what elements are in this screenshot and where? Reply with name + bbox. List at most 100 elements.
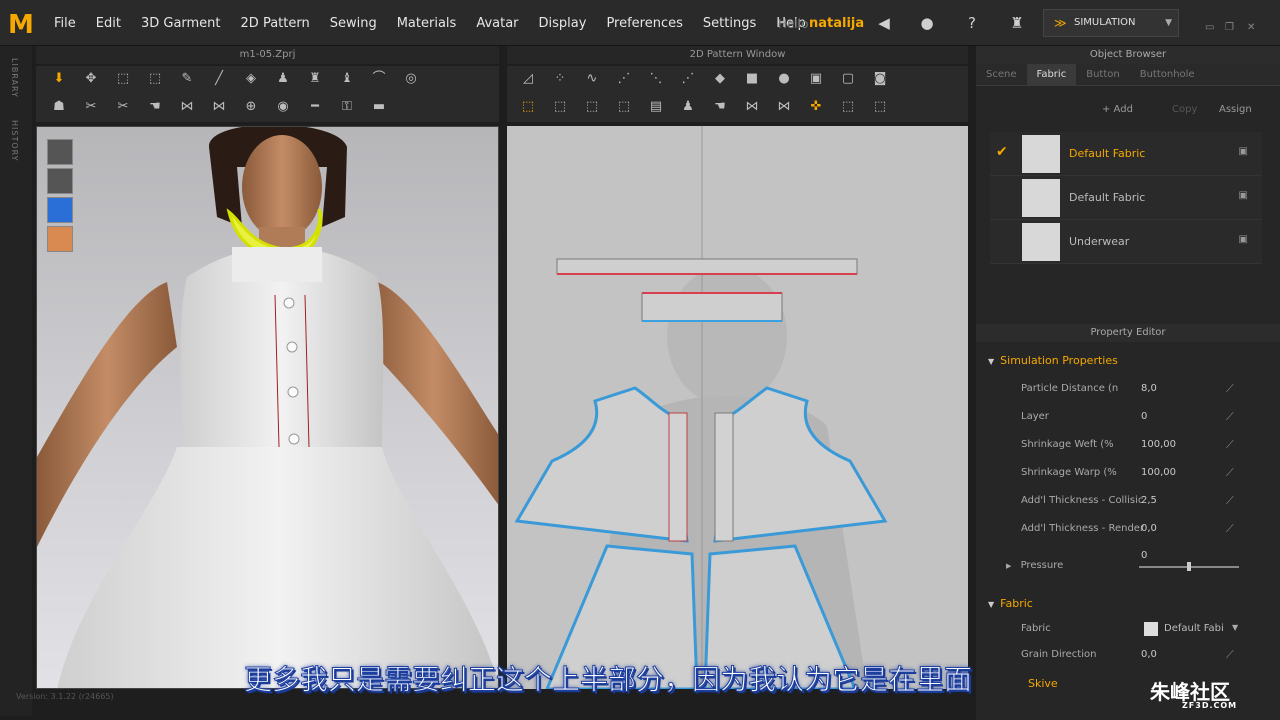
save-icon[interactable]: ▣ — [1239, 234, 1248, 245]
skive-section[interactable]: Skive — [1028, 677, 1058, 690]
hand-tool-icon[interactable]: ☚ — [707, 96, 733, 118]
simulation-properties-section[interactable]: ▼ Simulation Properties — [988, 354, 1118, 367]
pin-icon[interactable]: ⟋ — [1226, 438, 1234, 452]
arrow-down-icon[interactable]: ⬇ — [46, 68, 72, 90]
pin-icon[interactable]: ⟋ — [1226, 466, 1234, 480]
button-4[interactable] — [288, 433, 300, 445]
check-sewing-icon[interactable]: ⬚ — [611, 96, 637, 118]
pressure-slider-handle[interactable] — [1187, 562, 1191, 571]
user-name[interactable]: natalija — [809, 16, 864, 31]
speaker-icon[interactable]: ◀ — [875, 14, 893, 32]
shirt-icon[interactable]: ♟ — [270, 68, 296, 90]
menu-preferences[interactable]: Preferences — [596, 16, 692, 31]
fabric-select[interactable]: Default Fabi — [1164, 623, 1224, 634]
garment-display-icon[interactable] — [47, 139, 73, 165]
minimize-icon[interactable]: ▭ — [1205, 22, 1214, 33]
circle-icon[interactable]: ● — [771, 68, 797, 90]
help-icon[interactable]: ? — [963, 14, 981, 32]
pin-icon[interactable]: ✂ — [78, 96, 104, 118]
expand-icon[interactable]: ▶ — [1006, 562, 1011, 570]
library-tab[interactable]: LIBRARY — [10, 58, 19, 98]
pin-icon[interactable]: ⟋ — [1226, 382, 1234, 396]
tack-icon[interactable]: ⌒ — [366, 68, 392, 90]
tape-icon[interactable]: ▬ — [366, 96, 392, 118]
line-icon[interactable]: ╱ — [206, 68, 232, 90]
tab-scene[interactable]: Scene — [976, 64, 1027, 85]
assign-fabric-button[interactable]: Assign — [1219, 104, 1252, 115]
history-tab[interactable]: HISTORY — [10, 120, 19, 162]
copy-fabric-button[interactable]: Copy — [1172, 104, 1197, 115]
walk-icon[interactable]: ☗ — [46, 96, 72, 118]
pin-tool-icon[interactable]: ♟ — [675, 96, 701, 118]
pin-icon[interactable]: ⟋ — [1226, 522, 1234, 536]
menu-file[interactable]: File — [44, 16, 86, 31]
curve-point-icon[interactable]: ∿ — [579, 68, 605, 90]
pin-icon[interactable]: ⟋ — [1226, 410, 1234, 424]
internal-polygon-icon[interactable]: ▣ — [803, 68, 829, 90]
segment-sewing-icon[interactable]: ⬚ — [547, 96, 573, 118]
mesh-icon[interactable]: ⋈ — [174, 96, 200, 118]
button-1[interactable] — [283, 297, 295, 309]
menu-avatar[interactable]: Avatar — [466, 16, 528, 31]
thickness-collision-field[interactable]: 2,5 — [1141, 495, 1157, 506]
particle-distance-field[interactable]: 8,0 — [1141, 383, 1157, 394]
tab-fabric[interactable]: Fabric — [1026, 64, 1077, 85]
restore-icon[interactable]: ❐ — [1225, 22, 1234, 33]
edit-icon[interactable]: ✎ — [174, 68, 200, 90]
button-icon[interactable]: ◉ — [270, 96, 296, 118]
add-point-icon[interactable]: ⋰ — [611, 68, 637, 90]
front-bodice-right-pattern[interactable] — [713, 386, 888, 543]
placket-right-pattern[interactable] — [714, 412, 734, 542]
shrinkage-warp-field[interactable]: 100,00 — [1141, 467, 1176, 478]
thickness-render-field[interactable]: 0,0 — [1141, 523, 1157, 534]
mesh-tool-icon[interactable]: ⋈ — [771, 96, 797, 118]
transform-pattern-icon[interactable]: ◿ — [515, 68, 541, 90]
fabric-display-icon[interactable] — [47, 197, 73, 223]
fabric-item[interactable]: ✔ Default Fabric ▣ — [990, 132, 1262, 176]
menu-edit[interactable]: Edit — [86, 16, 131, 31]
2d-pattern-viewport[interactable] — [507, 126, 968, 689]
polygon-icon[interactable]: ◆ — [707, 68, 733, 90]
grain-direction-field[interactable]: 0,0 — [1141, 649, 1157, 660]
menu-materials[interactable]: Materials — [387, 16, 467, 31]
menu-3d-garment[interactable]: 3D Garment — [131, 16, 231, 31]
button-add-icon[interactable]: ⊕ — [238, 96, 264, 118]
stand-collar-pattern[interactable] — [641, 292, 783, 322]
fabric-item[interactable]: Default Fabric ▣ — [990, 176, 1262, 220]
lock-icon[interactable]: ⚿ — [334, 96, 360, 118]
internal-circle-icon[interactable]: ◙ — [867, 68, 893, 90]
free-sewing-icon[interactable]: ⬚ — [579, 96, 605, 118]
pin-icon[interactable]: ⟋ — [1226, 494, 1234, 508]
texture-edit-icon[interactable]: ⬚ — [867, 96, 893, 118]
needle-icon[interactable]: ✂ — [110, 96, 136, 118]
close-icon[interactable]: ✕ — [1247, 22, 1255, 33]
internal-rectangle-icon[interactable]: ▢ — [835, 68, 861, 90]
collar-band-pattern[interactable] — [556, 258, 858, 275]
fold-icon[interactable]: ◈ — [238, 68, 264, 90]
fabric-item[interactable]: Underwear ▣ — [990, 220, 1262, 264]
skin-display-icon[interactable] — [47, 226, 73, 252]
hand-icon[interactable]: ☚ — [142, 96, 168, 118]
user-icon[interactable]: ● — [918, 14, 936, 32]
button-2[interactable] — [286, 341, 298, 353]
tab-buttonhole[interactable]: Buttonhole — [1130, 64, 1205, 85]
internal-line-icon[interactable]: ⋱ — [643, 68, 669, 90]
add-fabric-button[interactable]: + Add — [1102, 104, 1133, 115]
move-icon[interactable]: ✥ — [78, 68, 104, 90]
button-3[interactable] — [287, 386, 299, 398]
fabric-section[interactable]: ▼ Fabric — [988, 597, 1033, 610]
menu-display[interactable]: Display — [529, 16, 597, 31]
shrinkage-weft-field[interactable]: 100,00 — [1141, 439, 1176, 450]
texture-icon[interactable]: ⬚ — [835, 96, 861, 118]
menu-2d-pattern[interactable]: 2D Pattern — [231, 16, 320, 31]
menu-sewing[interactable]: Sewing — [320, 16, 387, 31]
edit-sewing-icon[interactable]: ⬚ — [515, 96, 541, 118]
edit-point-icon[interactable]: ⁘ — [547, 68, 573, 90]
front-bodice-left-pattern[interactable] — [514, 386, 689, 543]
zipper-icon[interactable]: ━ — [302, 96, 328, 118]
3d-viewport[interactable] — [36, 126, 499, 689]
tape-tool-icon[interactable]: ▤ — [643, 96, 669, 118]
rectangle-icon[interactable]: ■ — [739, 68, 765, 90]
ring-icon[interactable]: ◎ — [398, 68, 424, 90]
dropdown-arrow-icon[interactable]: ▼ — [1165, 10, 1172, 36]
